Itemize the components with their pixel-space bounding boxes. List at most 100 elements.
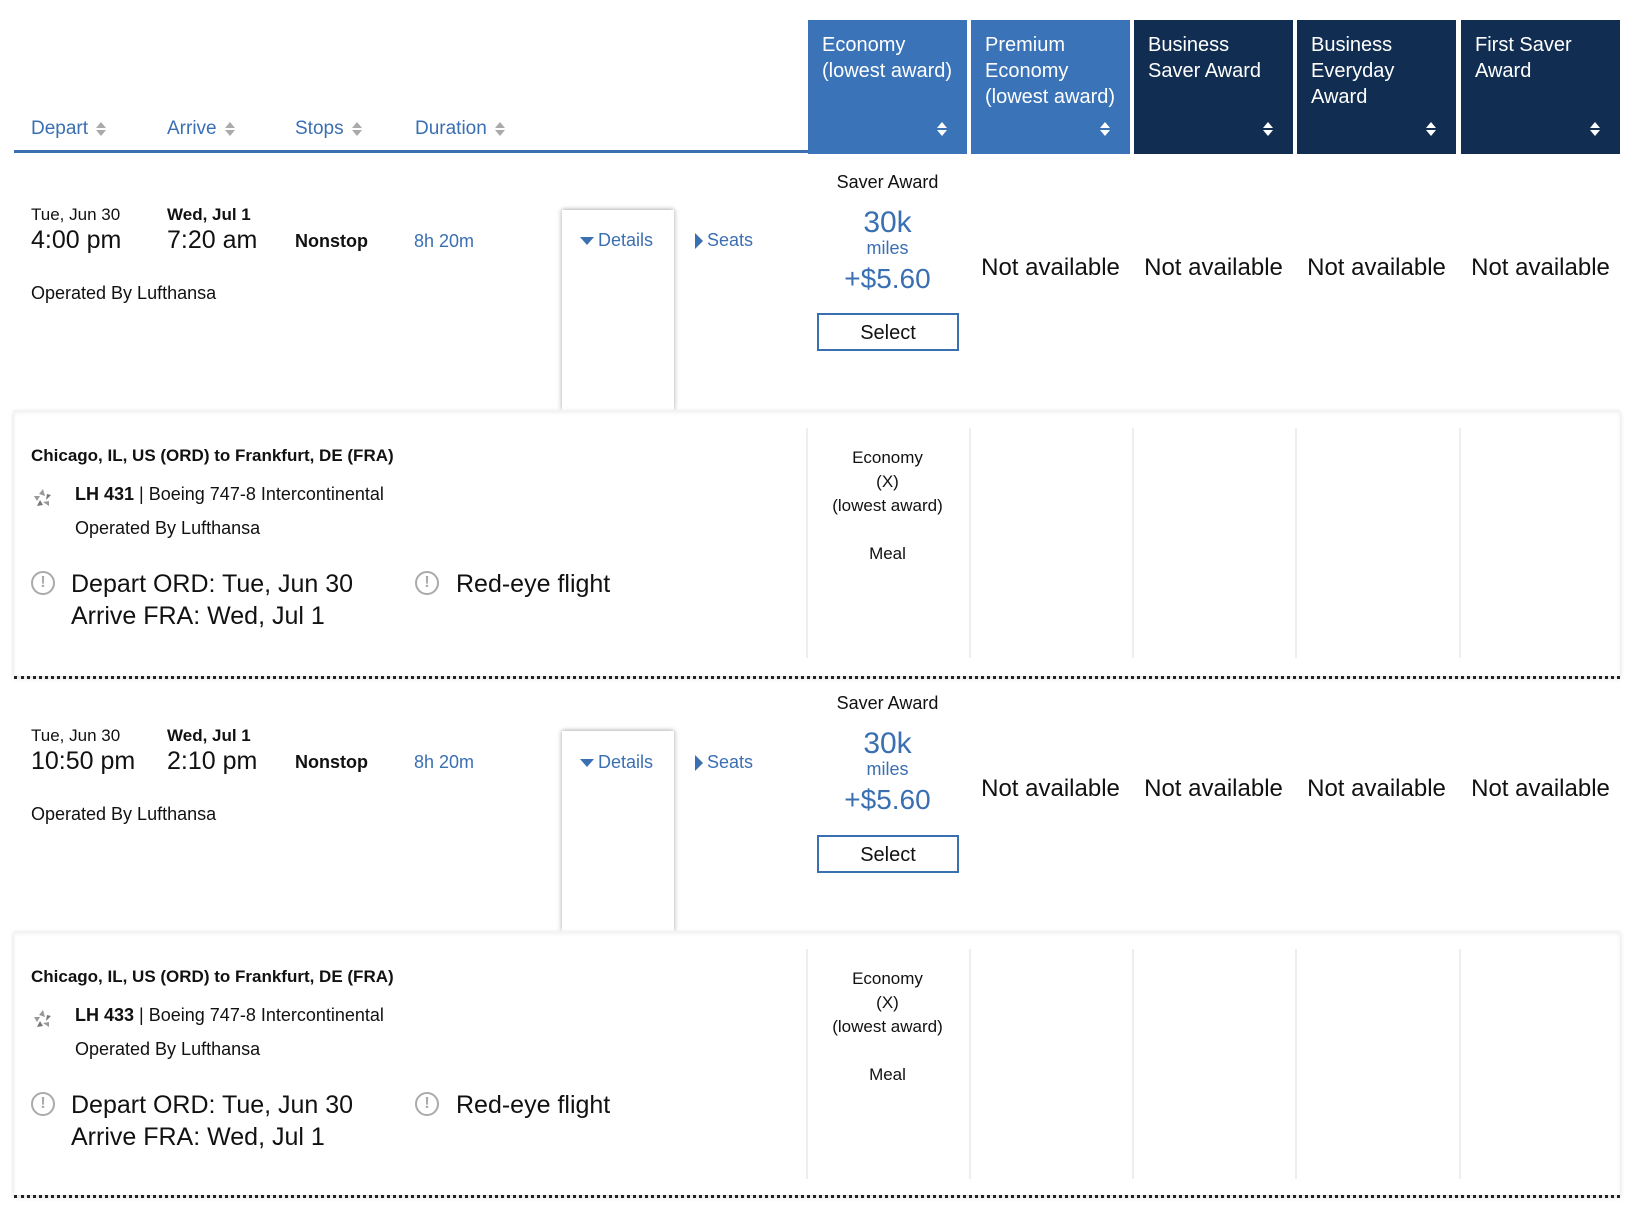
details-label: Details — [598, 752, 654, 772]
select-button[interactable]: Select — [817, 835, 959, 873]
fare-not-available: Not available — [1307, 254, 1446, 281]
column-divider — [969, 949, 971, 1179]
sort-icon — [937, 122, 947, 136]
duration: 8h 20m — [414, 231, 475, 251]
column-divider — [1295, 949, 1297, 1179]
sort-duration[interactable]: Duration — [415, 118, 505, 140]
sort-depart[interactable]: Depart — [31, 118, 107, 140]
fare-not-available: Not available — [1307, 775, 1446, 802]
arrive-date: Wed, Jul 1 — [167, 205, 251, 224]
fare-not-available: Not available — [981, 254, 1120, 281]
sort-stops[interactable]: Stops — [295, 118, 362, 140]
seats-label: Seats — [707, 752, 754, 772]
fare-header-business-saver[interactable]: Business Saver Award — [1134, 20, 1293, 154]
seats-label: Seats — [707, 230, 754, 250]
cabin-line: (X) — [876, 472, 899, 491]
row-separator — [14, 1195, 1620, 1198]
cabin-line: (X) — [876, 993, 899, 1012]
operated-by: Operated By Lufthansa — [31, 804, 217, 824]
column-divider — [1295, 428, 1297, 658]
sort-icon — [1263, 122, 1273, 136]
cabin-line: Economy — [852, 969, 923, 988]
row-separator — [14, 676, 1620, 679]
depart-notice: Depart ORD: Tue, Jun 30 — [71, 1091, 354, 1119]
caret-right-icon — [695, 754, 703, 771]
fee: +$5.60 — [844, 263, 931, 294]
fee: +$5.60 — [844, 784, 931, 815]
economy-fare-cell: Saver Award 30k miles +$5.60 — [808, 172, 967, 295]
operated-by: Operated By Lufthansa — [75, 1039, 261, 1059]
fare-not-available: Not available — [1471, 775, 1610, 802]
seats-toggle[interactable]: Seats — [695, 230, 753, 251]
arrive-time: 2:10 pm — [167, 747, 258, 775]
operated-by: Operated By Lufthansa — [75, 518, 261, 538]
alert-icon: ! — [415, 1092, 439, 1116]
fare-header-economy[interactable]: Economy (lowest award) — [808, 20, 967, 154]
sort-icon — [351, 122, 362, 136]
aircraft: Boeing 747-8 Intercontinental — [148, 1005, 384, 1025]
flight-info: LH 433 | Boeing 747-8 Intercontinental — [75, 1005, 384, 1026]
miles-unit: miles — [866, 238, 909, 258]
header-divider — [14, 150, 810, 153]
duration: 8h 20m — [414, 752, 475, 772]
fare-header-label: First Saver Award — [1475, 34, 1572, 82]
stops: Nonstop — [295, 752, 368, 772]
column-divider — [1459, 428, 1461, 658]
sort-stops-label: Stops — [295, 118, 344, 139]
flight-number: LH 431 — [75, 484, 135, 504]
redeye-notice: Red-eye flight — [456, 1091, 611, 1119]
depart-date: Tue, Jun 30 — [31, 205, 121, 224]
sort-icon — [494, 122, 505, 136]
fare-not-available: Not available — [981, 775, 1120, 802]
route: Chicago, IL, US (ORD) to Frankfurt, DE (… — [31, 446, 394, 465]
fare-header-label: Business Saver Award — [1148, 34, 1262, 82]
route: Chicago, IL, US (ORD) to Frankfurt, DE (… — [31, 967, 394, 986]
meal: Meal — [869, 544, 906, 563]
fare-header-label: Economy (lowest award) — [822, 34, 953, 82]
arrive-date: Wed, Jul 1 — [167, 726, 251, 745]
star-alliance-icon — [34, 1010, 51, 1027]
fare-header-first-saver[interactable]: First Saver Award — [1461, 20, 1620, 154]
meal: Meal — [869, 1065, 906, 1084]
details-toggle[interactable]: Details — [580, 230, 653, 251]
caret-right-icon — [695, 232, 703, 249]
caret-down-icon — [580, 758, 594, 767]
fare-not-available: Not available — [1144, 254, 1283, 281]
fare-header-premium-economy[interactable]: Premium Economy (lowest award) — [971, 20, 1130, 154]
depart-time: 4:00 pm — [31, 226, 122, 254]
fare-not-available: Not available — [1471, 254, 1610, 281]
sort-icon — [1426, 122, 1436, 136]
sort-arrive[interactable]: Arrive — [167, 118, 235, 140]
select-button[interactable]: Select — [817, 313, 959, 351]
sort-icon — [1590, 122, 1600, 136]
details-label: Details — [598, 230, 654, 250]
sort-icon — [96, 122, 107, 136]
flight-details-panel: Chicago, IL, US (ORD) to Frankfurt, DE (… — [14, 410, 1620, 676]
alert-icon: ! — [415, 571, 439, 595]
alert-icon: ! — [31, 571, 55, 595]
fare-not-available: Not available — [1144, 775, 1283, 802]
sort-icon — [1100, 122, 1110, 136]
details-toggle[interactable]: Details — [580, 752, 653, 773]
stops: Nonstop — [295, 231, 368, 251]
redeye-notice: Red-eye flight — [456, 570, 611, 598]
economy-fare-cell: Saver Award 30k miles +$5.60 — [808, 693, 967, 816]
sort-depart-label: Depart — [31, 118, 89, 139]
column-divider — [1132, 428, 1134, 658]
fare-header-business-everyday[interactable]: Business Everyday Award — [1297, 20, 1456, 154]
cabin-info: Economy (X) (lowest award) Meal — [808, 967, 967, 1087]
fare-header-label: Premium Economy (lowest award) — [985, 34, 1116, 108]
cabin-line: (lowest award) — [832, 1017, 943, 1036]
miles-value: 30k — [863, 206, 912, 239]
miles-unit: miles — [866, 759, 909, 779]
arrive-notice: Arrive FRA: Wed, Jul 1 — [71, 602, 325, 630]
operated-by: Operated By Lufthansa — [31, 283, 217, 303]
cabin-line: Economy — [852, 448, 923, 467]
arrive-time: 7:20 am — [167, 226, 258, 254]
seats-toggle[interactable]: Seats — [695, 752, 753, 773]
fare-header-label: Business Everyday Award — [1311, 34, 1395, 108]
column-divider — [969, 428, 971, 658]
fare-type: Saver Award — [836, 693, 939, 713]
separator: | — [139, 484, 144, 504]
depart-notice: Depart ORD: Tue, Jun 30 — [71, 570, 354, 598]
